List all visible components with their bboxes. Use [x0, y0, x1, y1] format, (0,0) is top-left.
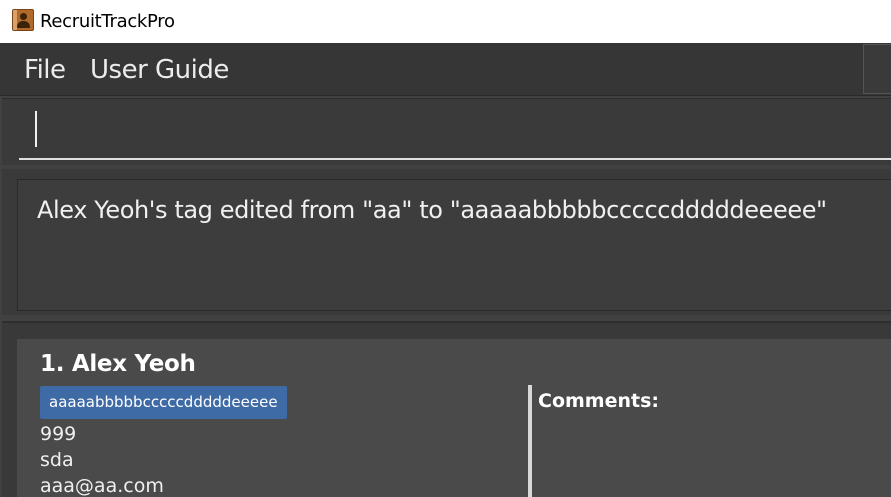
person-address: sda: [40, 449, 74, 471]
menu-user-guide[interactable]: User Guide: [90, 55, 229, 85]
result-display[interactable]: Alex Yeoh's tag edited from "aa" to "aaa…: [17, 179, 891, 311]
menu-bar: File User Guide: [0, 43, 891, 96]
menu-corner-panel: [863, 44, 891, 94]
command-box: [2, 98, 891, 165]
comments-divider: [528, 385, 532, 497]
text-caret: [35, 111, 37, 147]
command-input[interactable]: [19, 103, 891, 160]
person-name: 1. Alex Yeoh: [40, 351, 196, 377]
person-email: aaa@aa.com: [40, 475, 164, 497]
result-message: Alex Yeoh's tag edited from "aa" to "aaa…: [37, 196, 827, 224]
window-title: RecruitTrackPro: [40, 11, 175, 32]
person-list[interactable]: 1. Alex Yeoh aaaaabbbbbcccccdddddeeeee 9…: [2, 321, 891, 497]
person-phone: 999: [40, 423, 77, 445]
app-contact-icon: [12, 9, 34, 31]
main-window: File User Guide Alex Yeoh's tag edited f…: [0, 43, 891, 497]
menu-file[interactable]: File: [24, 55, 66, 85]
result-display-container: Alex Yeoh's tag edited from "aa" to "aaa…: [2, 169, 891, 315]
comments-label: Comments:: [538, 390, 659, 412]
window-titlebar: RecruitTrackPro: [0, 0, 891, 43]
person-card[interactable]: 1. Alex Yeoh aaaaabbbbbcccccdddddeeeee 9…: [17, 339, 891, 497]
person-tag: aaaaabbbbbcccccdddddeeeee: [40, 386, 287, 419]
